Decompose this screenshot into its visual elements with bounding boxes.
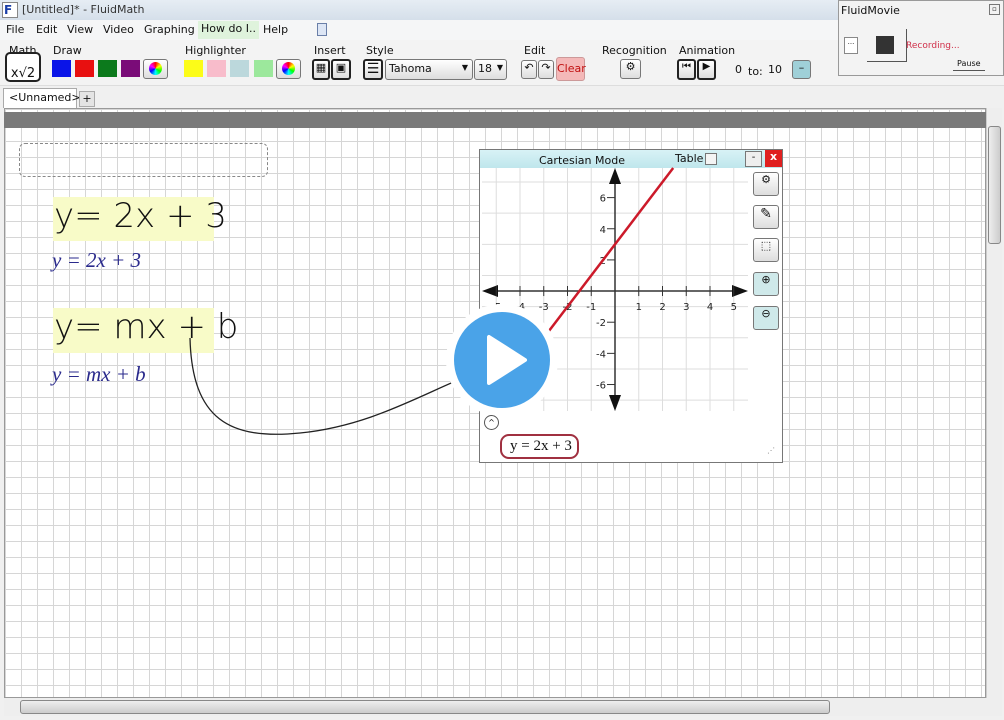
horizontal-scrollbar[interactable]: [4, 698, 1002, 716]
expand-up-button[interactable]: ^: [484, 415, 499, 430]
graph-equation-chip[interactable]: y = 2x + 3: [500, 434, 579, 459]
y-tick-label: 6: [600, 194, 606, 205]
zoom-in-icon: ⊕: [761, 273, 771, 286]
x-axis-arrow-left: [482, 285, 498, 298]
x-tick-label: 3: [683, 302, 689, 313]
y-axis-arrow-up: [609, 168, 621, 184]
zoom-box-button[interactable]: ⬚: [753, 238, 779, 262]
zoom-out-icon: ⊖: [761, 307, 771, 320]
vertical-scrollbar[interactable]: [986, 108, 1002, 698]
horizontal-scroll-thumb[interactable]: [20, 700, 830, 714]
zoom-out-button[interactable]: ⊖: [753, 306, 779, 330]
video-play-overlay[interactable]: [445, 303, 559, 417]
x-tick-label: 4: [707, 302, 713, 313]
resize-grip-icon[interactable]: ⋰: [767, 446, 775, 455]
graph-pen-button[interactable]: ✎: [753, 205, 779, 229]
y-tick-label: -6: [596, 381, 606, 392]
y-tick-label: -4: [596, 349, 606, 360]
y-tick-label: -2: [596, 318, 606, 329]
vertical-scroll-thumb[interactable]: [988, 126, 1001, 244]
x-tick-label: 2: [659, 302, 665, 313]
pencil-icon: ✎: [760, 206, 772, 222]
zoom-in-button[interactable]: ⊕: [753, 272, 779, 296]
y-tick-label: 4: [600, 225, 606, 236]
x-tick-label: 1: [636, 302, 642, 313]
y-axis-arrow-down: [609, 395, 621, 411]
x-tick-label: 5: [731, 302, 737, 313]
graph-settings-button[interactable]: ⚙: [753, 172, 779, 196]
zoom-box-icon: ⬚: [760, 239, 772, 252]
wrench-gear-icon: ⚙: [761, 173, 771, 186]
chevron-up-icon: ^: [488, 418, 495, 427]
x-axis-arrow-right: [732, 285, 748, 298]
ink-stroke: [189, 337, 471, 435]
x-tick-label: -1: [586, 302, 596, 313]
